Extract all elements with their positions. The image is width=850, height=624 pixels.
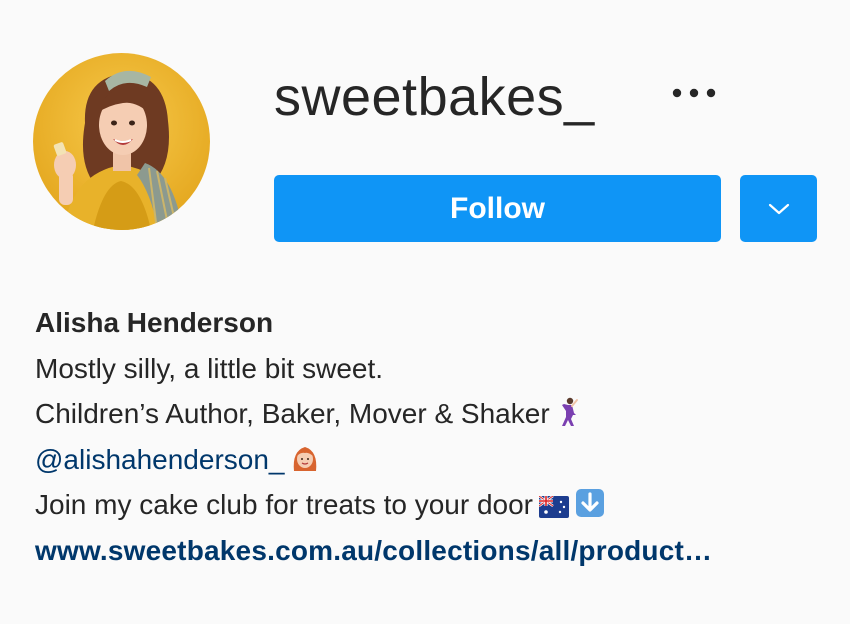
more-horizontal-icon — [672, 88, 716, 98]
chevron-down-icon — [768, 203, 789, 214]
bio-line: Join my cake club for treats to your doo… — [35, 482, 835, 528]
bio-line: Children’s Author, Baker, Mover & Shaker — [35, 391, 835, 437]
profile-header: sweetbakes_ Follow Alisha Henderson Most… — [0, 0, 850, 624]
bio: Alisha Henderson Mostly silly, a little … — [35, 300, 835, 573]
profile-photo — [33, 53, 210, 230]
bio-line-text: Children’s Author, Baker, Mover & Shaker — [35, 398, 550, 429]
username: sweetbakes_ — [274, 67, 595, 127]
suggested-accounts-dropdown-button[interactable] — [740, 175, 817, 242]
bio-line-text: Join my cake club for treats to your doo… — [35, 489, 533, 520]
bio-line: @alishahenderson_ — [35, 437, 835, 483]
australia-flag-emoji — [538, 486, 569, 532]
full-name: Alisha Henderson — [35, 307, 274, 338]
red-haired-woman-emoji — [290, 441, 320, 487]
follow-button[interactable]: Follow — [274, 175, 721, 242]
dancing-woman-emoji — [556, 395, 580, 441]
bio-line: Mostly silly, a little bit sweet. — [35, 352, 384, 384]
avatar[interactable] — [33, 53, 210, 230]
more-options-button[interactable] — [666, 74, 722, 112]
mention-link[interactable]: @alishahenderson_ — [35, 444, 284, 475]
down-arrow-emoji — [575, 486, 605, 532]
website-link[interactable]: www.sweetbakes.com.au/collections/all/pr… — [35, 528, 835, 574]
